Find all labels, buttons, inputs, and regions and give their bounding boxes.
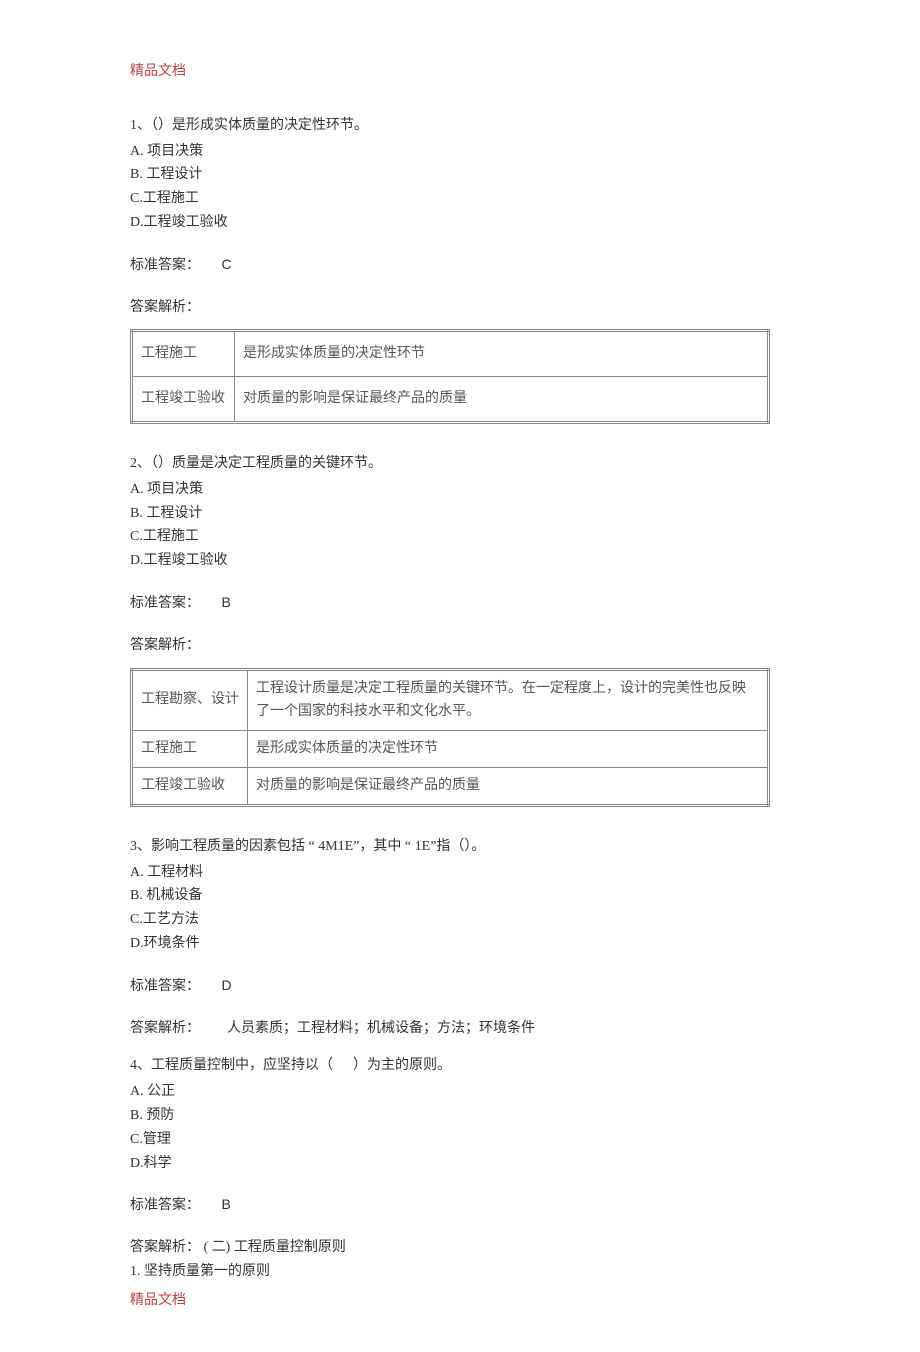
table-row: 工程竣工验收 对质量的影响是保证最终产品的质量: [132, 767, 769, 805]
q2-answer-value: B: [222, 594, 231, 610]
q1-table-r2c1: 工程竣工验收: [132, 377, 235, 423]
q1-table-r1c1: 工程施工: [132, 331, 235, 377]
q1-answer-label: 标准答案：: [130, 258, 200, 273]
q2-table-r3c2: 对质量的影响是保证最终产品的质量: [248, 767, 769, 805]
q2-table-r3c1: 工程竣工验收: [132, 767, 248, 805]
table-row: 工程竣工验收 对质量的影响是保证最终产品的质量: [132, 377, 769, 423]
q2-answer-line: 标准答案： B: [130, 591, 790, 616]
table-row: 工程施工 是形成实体质量的决定性环节: [132, 731, 769, 768]
q4-option-b: B. 预防: [130, 1104, 790, 1128]
q3-analysis-line: 答案解析： 人员素质；工程材料；机械设备；方法；环境条件: [130, 1017, 790, 1041]
q1-analysis-table: 工程施工 是形成实体质量的决定性环节 工程竣工验收 对质量的影响是保证最终产品的…: [130, 329, 770, 424]
q3-option-c: C.工艺方法: [130, 908, 790, 932]
q2-table-r1c1: 工程勘察、设计: [132, 669, 248, 731]
q4-stem: 4、工程质量控制中，应坚持以（ ）为主的原则。: [130, 1054, 790, 1078]
q2-option-d: D.工程竣工验收: [130, 549, 790, 573]
table-row: 工程施工 是形成实体质量的决定性环节: [132, 331, 769, 377]
q4-stem-post: ）为主的原则。: [353, 1058, 451, 1073]
q4-analysis-text: ( 二) 工程质量控制原则: [204, 1240, 346, 1255]
q3-answer-value: D: [222, 977, 232, 993]
q2-answer-label: 标准答案：: [130, 596, 200, 611]
q3-option-b: B. 机械设备: [130, 884, 790, 908]
q2-table-r1c2: 工程设计质量是决定工程质量的关键环节。在一定程度上，设计的完美性也反映了一个国家…: [248, 669, 769, 731]
q2-analysis-table: 工程勘察、设计 工程设计质量是决定工程质量的关键环节。在一定程度上，设计的完美性…: [130, 668, 770, 807]
q2-stem: 2、（）质量是决定工程质量的关键环节。: [130, 452, 790, 476]
q4-analysis-label: 答案解析：: [130, 1240, 200, 1255]
q2-option-b: B. 工程设计: [130, 502, 790, 526]
q4-answer-line: 标准答案： B: [130, 1193, 790, 1218]
header-label: 精品文档: [130, 60, 790, 84]
q2-option-c: C.工程施工: [130, 525, 790, 549]
q2-analysis-label: 答案解析：: [130, 634, 790, 658]
q4-answer-label: 标准答案：: [130, 1198, 200, 1213]
q1-stem: 1、（）是形成实体质量的决定性环节。: [130, 114, 790, 138]
q3-analysis-text: 人员素质；工程材料；机械设备；方法；环境条件: [227, 1021, 535, 1036]
q4-analysis-line1: 答案解析： ( 二) 工程质量控制原则: [130, 1236, 790, 1260]
q3-option-d: D.环境条件: [130, 932, 790, 956]
q4-option-a: A. 公正: [130, 1080, 790, 1104]
q1-option-a: A. 项目决策: [130, 140, 790, 164]
q2-table-r2c2: 是形成实体质量的决定性环节: [248, 731, 769, 768]
q4-stem-pre: 4、工程质量控制中，应坚持以（: [130, 1058, 333, 1073]
q4-option-d: D.科学: [130, 1152, 790, 1176]
q1-table-r1c2: 是形成实体质量的决定性环节: [235, 331, 769, 377]
q2-table-r2c1: 工程施工: [132, 731, 248, 768]
q1-option-d: D.工程竣工验收: [130, 211, 790, 235]
q4-option-c: C.管理: [130, 1128, 790, 1152]
footer-label: 精品文档: [130, 1289, 790, 1313]
q1-table-r2c2: 对质量的影响是保证最终产品的质量: [235, 377, 769, 423]
q3-stem: 3、影响工程质量的因素包括 “ 4M1E”，其中 “ 1E”指（）。: [130, 835, 790, 859]
q1-analysis-label: 答案解析：: [130, 296, 790, 320]
q4-analysis-line2: 1. 坚持质量第一的原则: [130, 1260, 790, 1284]
q3-option-a: A. 工程材料: [130, 861, 790, 885]
table-row: 工程勘察、设计 工程设计质量是决定工程质量的关键环节。在一定程度上，设计的完美性…: [132, 669, 769, 731]
q1-answer-value: C: [222, 256, 232, 272]
q1-option-c: C.工程施工: [130, 187, 790, 211]
q4-answer-value: B: [222, 1196, 231, 1212]
q1-answer-line: 标准答案： C: [130, 253, 790, 278]
q2-option-a: A. 项目决策: [130, 478, 790, 502]
q3-answer-line: 标准答案： D: [130, 974, 790, 999]
q3-answer-label: 标准答案：: [130, 979, 200, 994]
q3-analysis-label: 答案解析：: [130, 1021, 200, 1036]
q1-option-b: B. 工程设计: [130, 163, 790, 187]
